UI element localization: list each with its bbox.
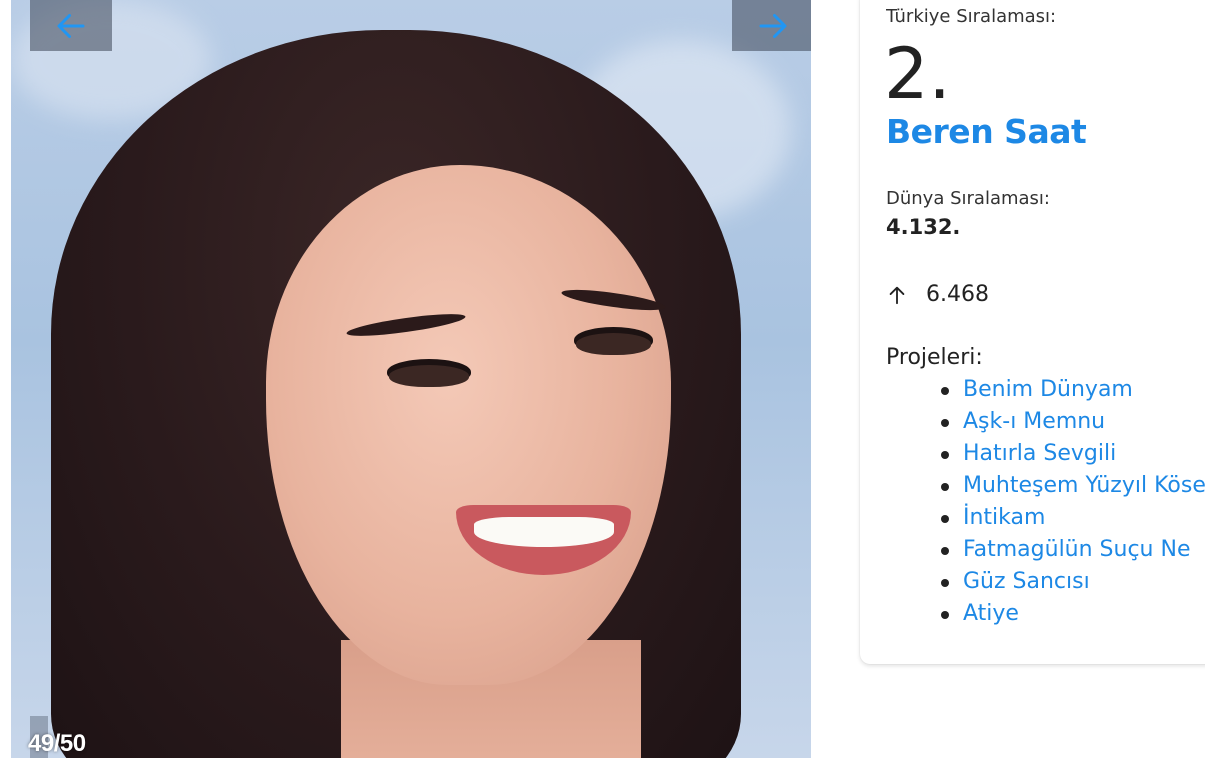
rank-change: 6.468 xyxy=(886,282,989,307)
project-link[interactable]: Fatmagülün Suçu Ne xyxy=(963,537,1191,562)
list-item: Hatırla Sevgili xyxy=(886,438,1205,470)
arrow-left-icon xyxy=(57,13,85,38)
list-item: Muhteşem Yüzyıl Kösem xyxy=(886,470,1205,502)
list-item: Aşk-ı Memnu xyxy=(886,406,1205,438)
arrow-right-icon xyxy=(759,13,787,38)
profile-info: Türkiye Sıralaması: 2. Beren Saat Dünya … xyxy=(886,0,1205,758)
turkey-rank-value: 2. xyxy=(886,33,951,115)
projects-list: Benim Dünyam Aşk-ı Memnu Hatırla Sevgili… xyxy=(886,374,1205,630)
project-link[interactable]: Aşk-ı Memnu xyxy=(963,409,1105,434)
prev-photo-button[interactable] xyxy=(30,0,112,51)
project-link[interactable]: Muhteşem Yüzyıl Kösem xyxy=(963,473,1205,498)
project-link[interactable]: Güz Sancısı xyxy=(963,569,1090,594)
list-item: Benim Dünyam xyxy=(886,374,1205,406)
list-item: Atiye xyxy=(886,598,1205,630)
arrow-up-icon xyxy=(889,286,905,304)
list-item: İntikam xyxy=(886,502,1205,534)
world-rank-value: 4.132. xyxy=(886,215,961,239)
photo-teeth xyxy=(474,517,614,547)
project-link[interactable]: İntikam xyxy=(963,505,1045,530)
next-photo-button[interactable] xyxy=(732,0,811,51)
project-link[interactable]: Hatırla Sevgili xyxy=(963,441,1116,466)
project-link[interactable]: Atiye xyxy=(963,601,1019,626)
world-rank-label: Dünya Sıralaması: xyxy=(886,188,1050,209)
project-link[interactable]: Benim Dünyam xyxy=(963,377,1133,402)
list-item: Fatmagülün Suçu Ne xyxy=(886,534,1205,566)
photo-eye-left xyxy=(389,365,469,387)
rank-change-value: 6.468 xyxy=(926,282,989,307)
turkey-rank-label: Türkiye Sıralaması: xyxy=(886,6,1057,27)
photo-counter: 49/50 xyxy=(28,730,86,757)
actor-name: Beren Saat xyxy=(886,112,1087,151)
list-item: Güz Sancısı xyxy=(886,566,1205,598)
photo-eye-right xyxy=(576,333,651,355)
projects-label: Projeleri: xyxy=(886,345,983,370)
profile-photo xyxy=(11,0,811,758)
photo-face xyxy=(266,165,671,685)
